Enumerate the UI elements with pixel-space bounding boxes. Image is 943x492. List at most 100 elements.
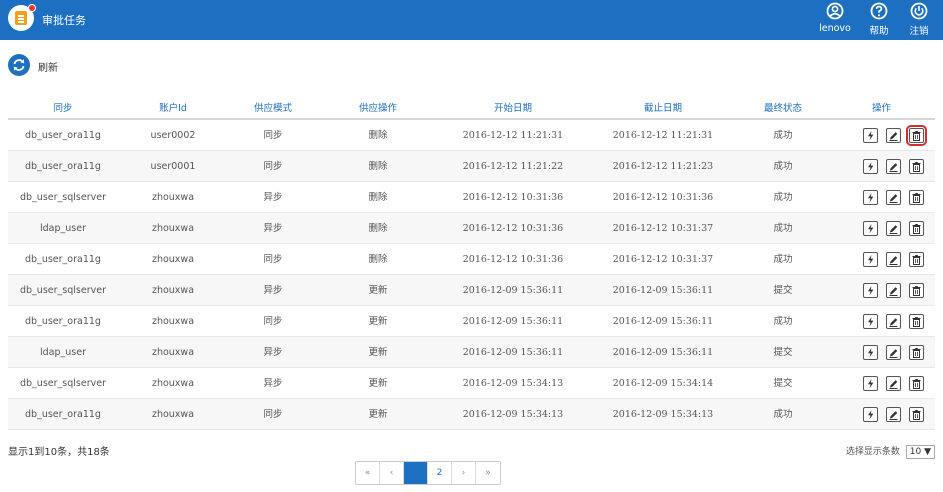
user-menu-button[interactable]: lenovo <box>815 2 855 40</box>
edit-button[interactable] <box>886 283 901 298</box>
delete-icon <box>912 410 921 420</box>
account-id-cell: user0002 <box>150 130 196 141</box>
next-page-button[interactable]: › <box>452 462 476 484</box>
table-row[interactable]: db_user_ora11g user0001 同步 删除 2016-12-12 11:… <box>8 151 935 182</box>
row-actions <box>828 182 935 212</box>
end-date-cell: 2016-12-09 15:36:11 <box>612 347 714 358</box>
prev-page-button[interactable]: ‹ <box>380 462 404 484</box>
last-page-button[interactable]: » <box>476 462 500 484</box>
sync-target-cell: db_user_ora11g <box>25 316 101 327</box>
help-label: 帮助 <box>869 26 889 37</box>
page-size-select[interactable]: 10 ▼ <box>905 444 935 459</box>
execute-icon <box>868 131 874 141</box>
record-summary: 显示1到10条，共18条 <box>8 447 110 458</box>
account-id-cell: zhouxwa <box>151 223 195 234</box>
delete-button[interactable] <box>909 221 924 236</box>
edit-button[interactable] <box>886 407 901 422</box>
final-status-cell: 成功 <box>773 316 793 327</box>
table-row[interactable]: db_user_ora11g zhouxwa 同步 更新 2016-12-09 15:3… <box>8 306 935 337</box>
edit-icon <box>889 349 898 358</box>
execute-icon <box>868 410 874 420</box>
row-actions <box>828 213 935 243</box>
delete-button[interactable] <box>906 125 927 146</box>
account-id-cell: zhouxwa <box>151 409 195 420</box>
delete-button[interactable] <box>909 407 924 422</box>
execute-button[interactable] <box>863 314 878 329</box>
execute-button[interactable] <box>863 376 878 391</box>
help-button[interactable]: 帮助 <box>862 2 896 40</box>
start-date-cell: 2016-12-09 15:36:11 <box>462 347 564 358</box>
sync-target-cell: db_user_sqlserver <box>20 285 106 296</box>
row-actions <box>828 399 935 429</box>
start-date-cell: 2016-12-12 11:21:31 <box>462 130 564 141</box>
end-date-cell: 2016-12-09 15:36:11 <box>612 316 714 327</box>
table-row[interactable]: db_user_ora11g zhouxwa 同步 更新 2016-12-09 15:3… <box>8 399 935 430</box>
execute-button[interactable] <box>863 128 878 143</box>
delete-button[interactable] <box>909 190 924 205</box>
edit-button[interactable] <box>886 159 901 174</box>
end-date-cell: 2016-12-12 10:31:37 <box>612 254 714 265</box>
account-id-cell: zhouxwa <box>151 254 195 265</box>
execute-icon <box>868 224 874 234</box>
edit-button[interactable] <box>886 221 901 236</box>
column-header[interactable]: 开始日期 <box>438 97 588 118</box>
logout-button[interactable]: 注销 <box>902 2 936 40</box>
delete-button[interactable] <box>909 252 924 267</box>
delete-button[interactable] <box>909 283 924 298</box>
execute-button[interactable] <box>863 252 878 267</box>
execute-button[interactable] <box>863 221 878 236</box>
edit-button[interactable] <box>886 252 901 267</box>
column-header[interactable]: 最终状态 <box>738 97 828 118</box>
refresh-label: 刷新 <box>38 63 58 74</box>
final-status-cell: 提交 <box>773 347 793 358</box>
delete-button[interactable] <box>909 314 924 329</box>
final-status-cell: 成功 <box>773 192 793 203</box>
edit-button[interactable] <box>886 128 901 143</box>
delete-button[interactable] <box>909 345 924 360</box>
execute-button[interactable] <box>863 345 878 360</box>
supply-mode-cell: 异步 <box>263 192 283 203</box>
start-date-cell: 2016-12-09 15:34:13 <box>462 409 564 420</box>
column-header[interactable]: 截止日期 <box>588 97 738 118</box>
edit-button[interactable] <box>886 190 901 205</box>
column-header[interactable]: 供应模式 <box>228 97 318 118</box>
end-date-cell: 2016-12-09 15:34:13 <box>612 409 714 420</box>
edit-button[interactable] <box>886 314 901 329</box>
task-app-icon <box>8 4 36 31</box>
delete-button[interactable] <box>909 159 924 174</box>
table-row[interactable]: db_user_ora11g zhouxwa 同步 删除 2016-12-12 10:3… <box>8 244 935 275</box>
supply-mode-cell: 异步 <box>263 347 283 358</box>
table-row[interactable]: ldap_user zhouxwa 异步 更新 2016-12-09 15:36:11 2… <box>8 337 935 368</box>
account-id-cell: zhouxwa <box>151 285 195 296</box>
start-date-cell: 2016-12-12 10:31:36 <box>462 223 564 234</box>
sync-target-cell: db_user_ora11g <box>25 409 101 420</box>
help-icon <box>870 2 888 20</box>
column-header[interactable]: 同步 <box>8 97 118 118</box>
page-2-button[interactable]: 2 <box>428 462 452 484</box>
execute-button[interactable] <box>863 407 878 422</box>
table-row[interactable]: db_user_sqlserver zhouxwa 异步 删除 2016-12-12 1… <box>8 182 935 213</box>
column-header[interactable]: 账户Id <box>118 97 228 118</box>
account-id-cell: zhouxwa <box>151 378 195 389</box>
execute-button[interactable] <box>863 283 878 298</box>
edit-button[interactable] <box>886 345 901 360</box>
user-label: lenovo <box>819 23 851 34</box>
column-header[interactable]: 供应操作 <box>318 97 438 118</box>
execute-button[interactable] <box>863 159 878 174</box>
table-row[interactable]: db_user_ora11g user0002 同步 删除 2016-12-12 11:… <box>8 120 935 151</box>
delete-button[interactable] <box>909 376 924 391</box>
first-page-button[interactable]: « <box>356 462 380 484</box>
supply-mode-cell: 同步 <box>263 409 283 420</box>
supply-mode-cell: 同步 <box>263 130 283 141</box>
page-1-button[interactable]: 1 <box>404 462 428 484</box>
table-row[interactable]: db_user_sqlserver zhouxwa 异步 更新 2016-12-09 1… <box>8 368 935 399</box>
sync-target-cell: db_user_ora11g <box>25 254 101 265</box>
final-status-cell: 成功 <box>773 161 793 172</box>
execute-button[interactable] <box>863 190 878 205</box>
delete-icon <box>912 286 921 296</box>
table-row[interactable]: ldap_user zhouxwa 异步 删除 2016-12-12 10:31:36 2… <box>8 213 935 244</box>
table-row[interactable]: db_user_sqlserver zhouxwa 异步 更新 2016-12-09 1… <box>8 275 935 306</box>
supply-action-cell: 更新 <box>368 285 388 296</box>
power-icon <box>910 2 928 20</box>
edit-button[interactable] <box>886 376 901 391</box>
